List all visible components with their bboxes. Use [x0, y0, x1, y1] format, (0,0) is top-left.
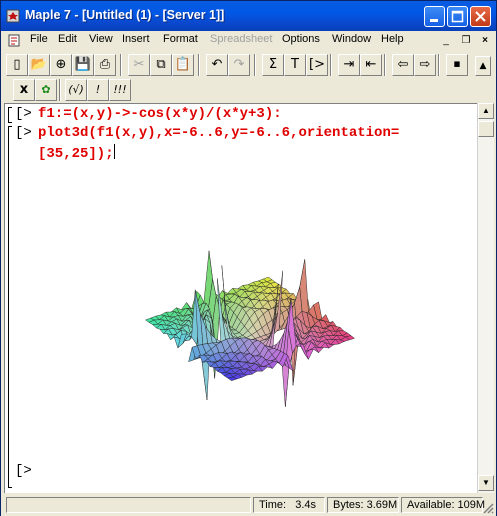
window-title: Maple 7 - [Untitled (1) - [Server 1]] — [25, 8, 225, 22]
main-toolbar: ▯ 📂 ⊕ 💾 ⎙ ✂ ⧉ 📋 ↶ ↷ Σ T [> ⇥ ⇤ ⇦ ⇨ ⏹ — [4, 52, 494, 78]
status-bar: Time: 3.4s Bytes: 3.69M Available: 109M — [1, 494, 496, 516]
execute-all-icon[interactable]: !!! — [109, 79, 131, 101]
doc-close-button[interactable]: × — [478, 34, 492, 47]
math-mode-icon[interactable]: x — [13, 79, 35, 101]
menu-insert[interactable]: Insert — [122, 33, 150, 45]
toolbar-separator — [59, 79, 61, 101]
cut-icon[interactable]: ✂ — [128, 54, 150, 76]
menu-file[interactable]: File — [30, 33, 48, 45]
menu-spreadsheet[interactable]: Spreadsheet — [210, 33, 272, 45]
maple-window: Maple 7 - [Untitled (1) - [Server 1]] Fi… — [0, 0, 497, 516]
open-folder-icon[interactable]: 📂 — [28, 54, 50, 76]
prompt: [> — [15, 125, 32, 141]
resize-grip-icon[interactable] — [482, 502, 494, 514]
toolbar-separator — [384, 54, 386, 76]
menu-edit[interactable]: Edit — [58, 33, 77, 45]
sum-icon[interactable]: Σ — [262, 54, 284, 76]
indent-icon[interactable]: ⇥ — [338, 54, 360, 76]
prompt: [> — [15, 463, 32, 479]
close-button[interactable] — [470, 6, 491, 27]
title-bar[interactable]: Maple 7 - [Untitled (1) - [Server 1]] — [1, 1, 496, 31]
input-line-2[interactable]: plot3d(f1(x,y),x=-6..6,y=-6..6,orientati… — [38, 125, 399, 141]
status-available: Available: 109M — [401, 497, 485, 513]
back-icon[interactable]: ⇦ — [392, 54, 414, 76]
status-bytes: Bytes: 3.69M — [327, 497, 399, 513]
execution-group-bracket — [8, 107, 12, 123]
minimize-icon — [430, 19, 438, 22]
execution-group-bracket — [8, 126, 12, 488]
maple-app-icon — [6, 9, 20, 23]
forward-icon[interactable]: ⇨ — [414, 54, 436, 76]
menu-view[interactable]: View — [89, 33, 113, 45]
print-icon[interactable]: ⎙ — [94, 54, 116, 76]
scroll-down-icon[interactable]: ▼ — [478, 475, 494, 491]
vertical-scrollbar[interactable]: ▲ ▼ — [477, 103, 494, 493]
open-url-icon[interactable]: ⊕ — [50, 54, 72, 76]
toolbar-separator — [330, 54, 332, 76]
status-time: Time: 3.4s — [253, 497, 325, 513]
menu-options[interactable]: Options — [282, 33, 320, 45]
document-icon[interactable] — [7, 33, 21, 47]
close-icon — [475, 11, 486, 22]
minimize-button[interactable] — [424, 6, 445, 27]
save-icon[interactable]: 💾 — [72, 54, 94, 76]
execute-icon[interactable]: ! — [87, 79, 109, 101]
paste-icon[interactable]: 📋 — [172, 54, 194, 76]
copy-icon[interactable]: ⧉ — [150, 54, 172, 76]
menu-bar: File Edit View Insert Format Spreadsheet… — [1, 31, 496, 50]
math-toolbar: x ✿ (√)!!!! — [4, 78, 494, 104]
plot3d-surface[interactable] — [115, 211, 385, 416]
toolbar-scroll-up-icon[interactable]: ▲ — [475, 56, 491, 76]
worksheet[interactable]: [> f1:=(x,y)->-cos(x*y)/(x*y+3): [> plot… — [4, 103, 477, 493]
doc-restore-button[interactable]: ❐ — [459, 34, 473, 47]
toolbar-separator — [438, 54, 440, 76]
maximize-icon — [451, 10, 464, 23]
new-document-icon[interactable]: ▯ — [6, 54, 28, 76]
menu-window[interactable]: Window — [332, 33, 371, 45]
undo-icon[interactable]: ↶ — [206, 54, 228, 76]
stop-icon[interactable]: ⏹ — [446, 54, 468, 76]
scroll-thumb[interactable] — [478, 121, 494, 137]
menu-format[interactable]: Format — [163, 33, 198, 45]
toolbar-separator — [254, 54, 256, 76]
status-message — [6, 497, 251, 513]
toolbar-separator — [198, 54, 200, 76]
maximize-button[interactable] — [447, 6, 468, 27]
text-cursor — [113, 144, 115, 159]
maple-leaf-icon[interactable]: ✿ — [35, 79, 57, 101]
input-line-1[interactable]: f1:=(x,y)->-cos(x*y)/(x*y+3): — [38, 106, 282, 122]
input-line-3[interactable]: [35,25]); — [38, 144, 115, 162]
menu-help[interactable]: Help — [381, 33, 404, 45]
prompt: [> — [15, 106, 32, 122]
text-icon[interactable]: T — [284, 54, 306, 76]
toolbar-separator — [120, 54, 122, 76]
execute-region-icon[interactable]: (√) — [65, 79, 87, 101]
redo-icon[interactable]: ↷ — [228, 54, 250, 76]
doc-minimize-button[interactable]: _ — [439, 34, 453, 47]
prompt-icon[interactable]: [> — [306, 54, 328, 76]
outdent-icon[interactable]: ⇤ — [360, 54, 382, 76]
scroll-up-icon[interactable]: ▲ — [478, 103, 494, 119]
